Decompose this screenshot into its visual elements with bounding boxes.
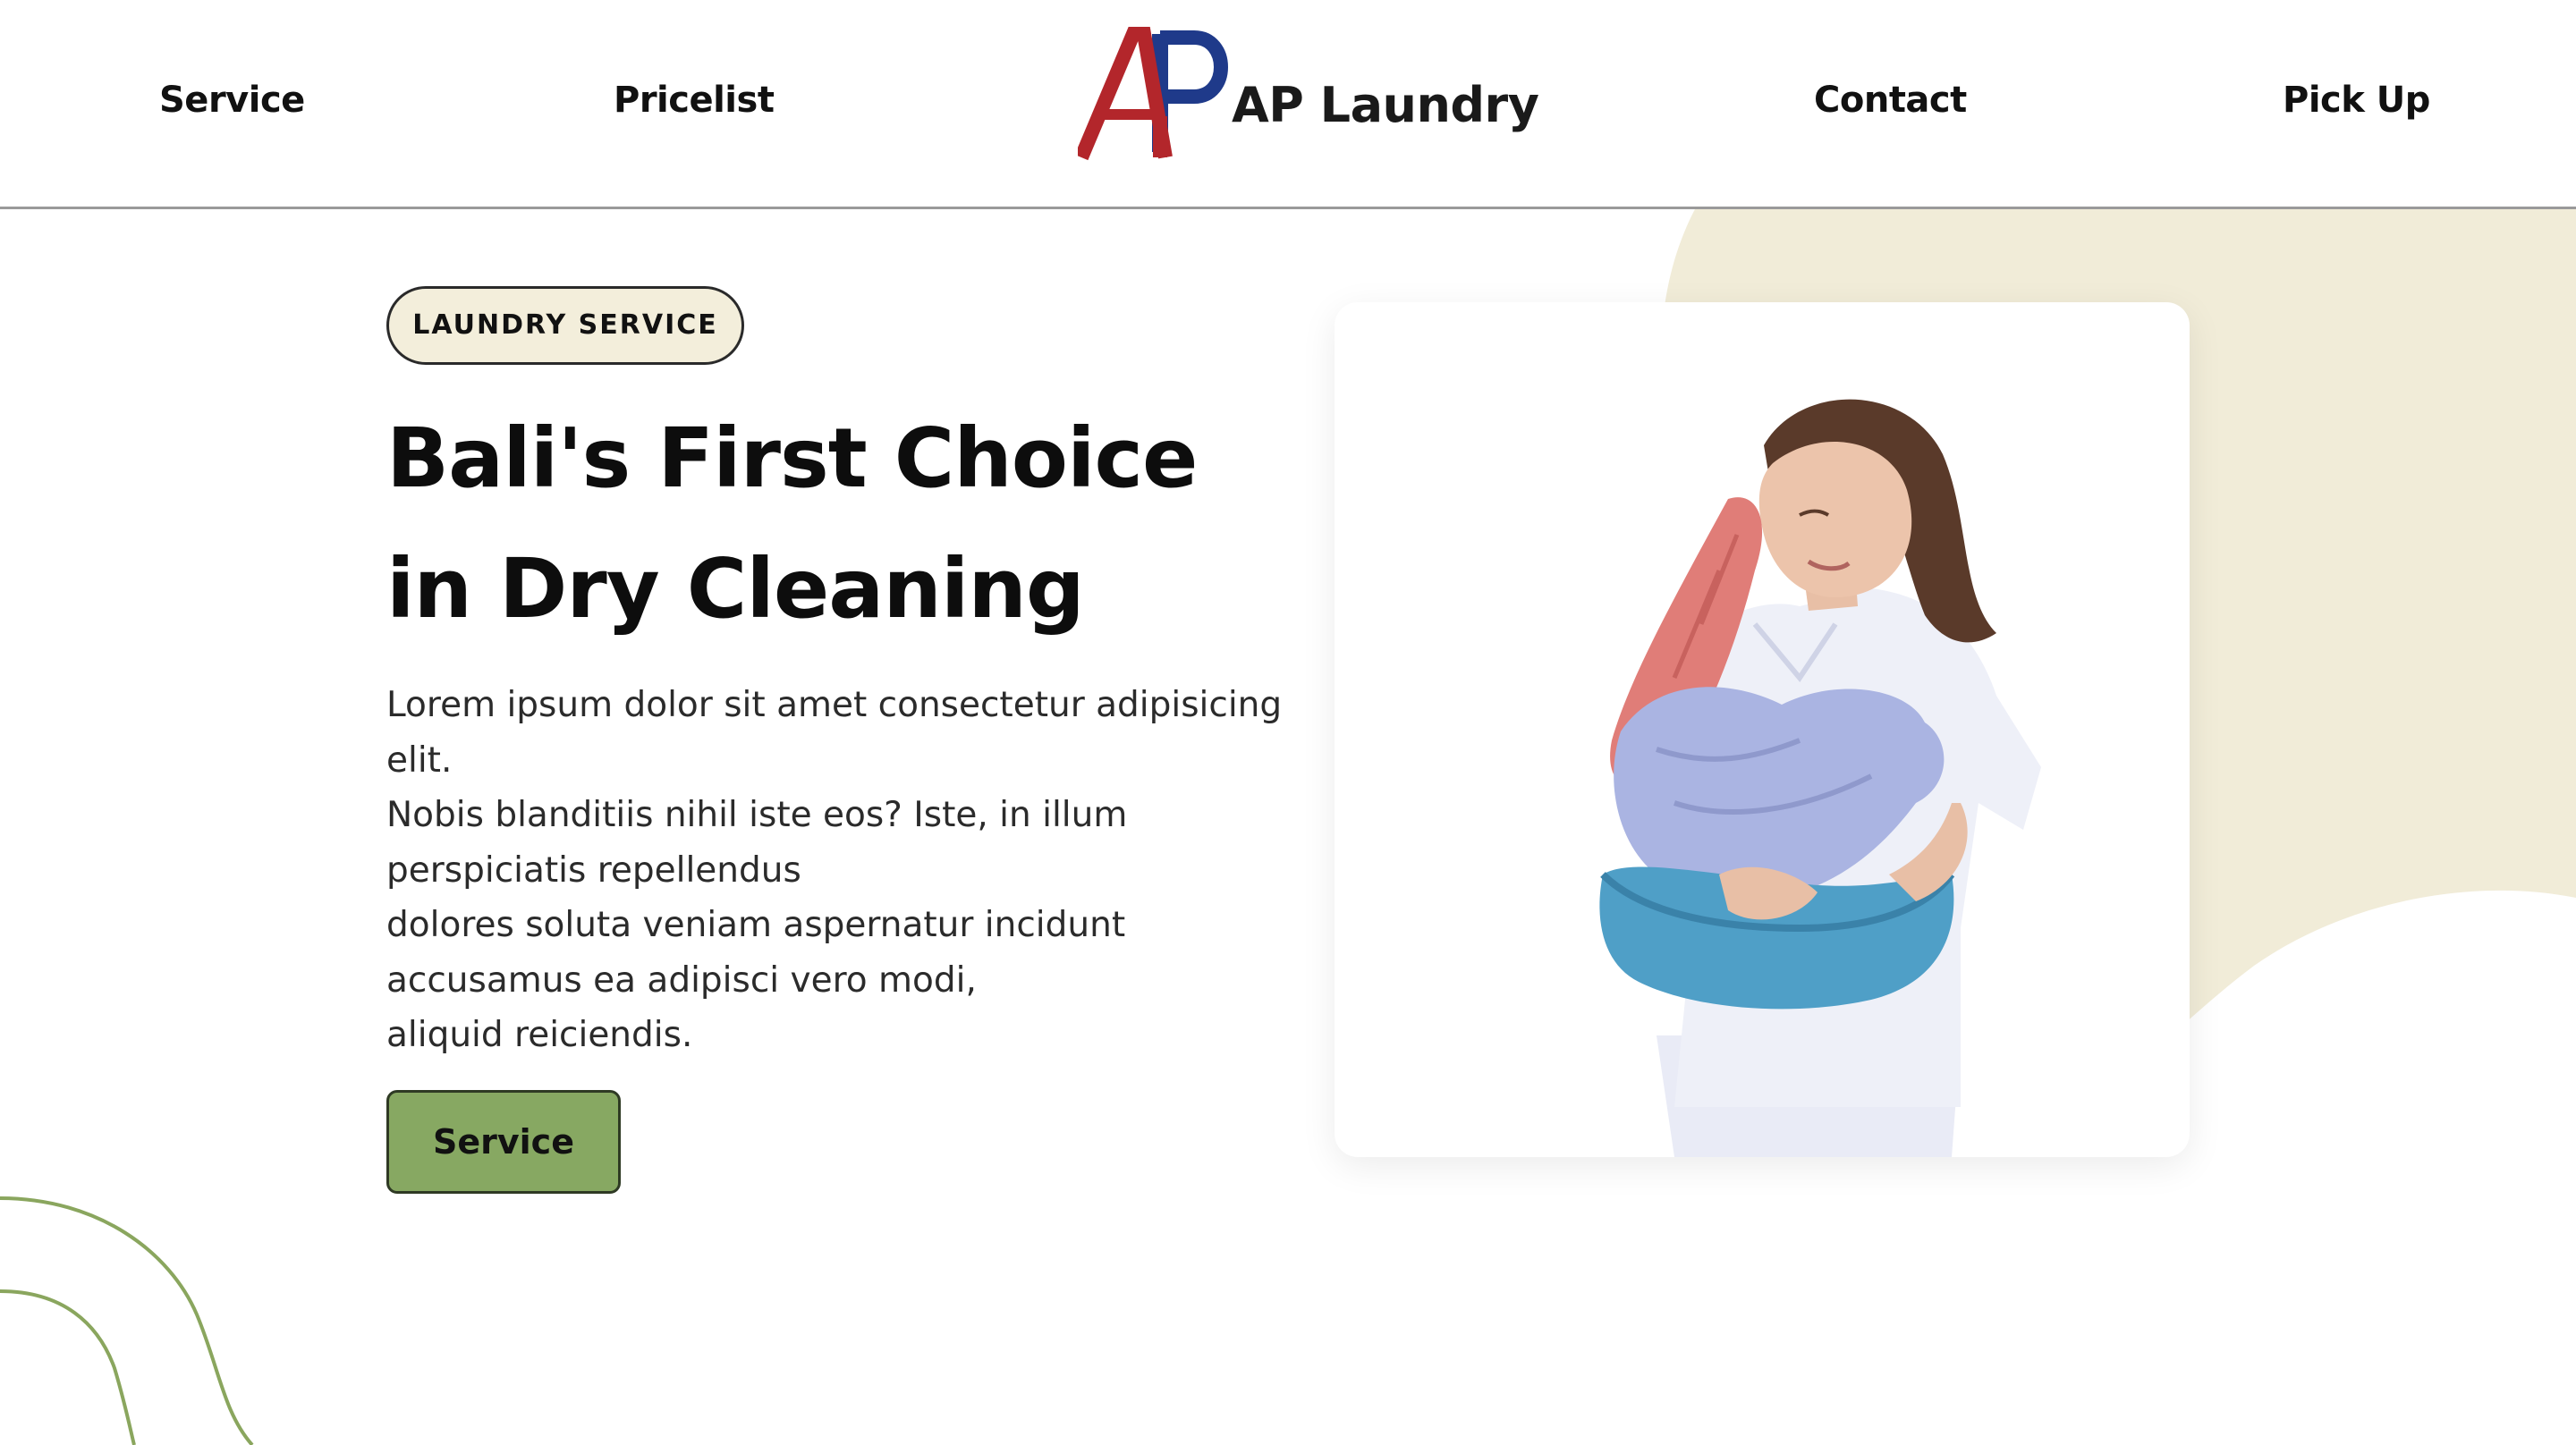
woman-holding-laundry-basket-image bbox=[1599, 399, 2041, 1157]
hero-description: Lorem ipsum dolor sit amet consectetur a… bbox=[386, 678, 1283, 1063]
hero-text-line: aliquid reiciendis. bbox=[386, 1015, 693, 1055]
header-divider bbox=[0, 207, 2576, 209]
nav-service-link[interactable]: Service bbox=[159, 72, 305, 129]
site-logo[interactable]: AP Laundry bbox=[1078, 27, 1539, 161]
logo-text: AP Laundry bbox=[1232, 77, 1539, 133]
hero-title-line-1: Bali's First Choice bbox=[386, 410, 1198, 506]
nav-pickup-link[interactable]: Pick Up bbox=[2283, 72, 2430, 129]
nav-pricelist-link[interactable]: Pricelist bbox=[614, 72, 775, 129]
service-button[interactable]: Service bbox=[386, 1090, 621, 1194]
hero-title-line-2: in Dry Cleaning bbox=[386, 541, 1085, 637]
hero-title: Bali's First Choice in Dry Cleaning bbox=[386, 393, 1263, 655]
green-curve-top bbox=[0, 1196, 254, 1445]
hero-text-line: accusamus ea adipisci vero modi, bbox=[386, 959, 977, 1001]
laundry-service-badge: LAUNDRY SERVICE bbox=[386, 286, 744, 365]
nav-contact-link[interactable]: Contact bbox=[1814, 72, 1967, 129]
hero-text-line: Lorem ipsum dolor sit amet consectetur a… bbox=[386, 685, 1283, 725]
hero-image-card bbox=[1335, 302, 2190, 1157]
hero-text-line: Nobis blanditiis nihil iste eos? Iste, i… bbox=[386, 795, 1128, 835]
ap-monogram-logo-icon bbox=[1078, 27, 1228, 161]
hero-text-line: dolores soluta veniam aspernatur incidun… bbox=[386, 905, 1126, 945]
hero-text-line: perspiciatis repellendus bbox=[386, 849, 801, 891]
green-curve-bottom bbox=[0, 1289, 136, 1445]
hero-text-line: elit. bbox=[386, 739, 453, 781]
site-header: Service Pricelist AP Laundry Contact Pic… bbox=[0, 0, 2576, 209]
